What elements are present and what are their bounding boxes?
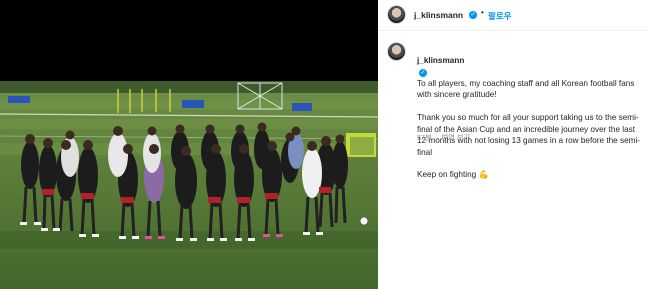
training-team-photo: [0, 81, 378, 289]
caption-paragraph-closing: Keep on fighting 💪: [417, 170, 489, 180]
post-sidebar: j_klinsmann ✓ • 팔로우 j_klinsmann ✓ To all…: [378, 0, 647, 289]
post-time[interactable]: 57분: [417, 133, 432, 142]
caption-meta: 57분 번역 보기: [417, 133, 478, 143]
post-header: j_klinsmann ✓ • 팔로우: [378, 0, 647, 31]
separator-dot: •: [481, 8, 484, 17]
translate-link[interactable]: 번역 보기: [442, 133, 470, 142]
post-media: [0, 0, 378, 289]
post-photo[interactable]: [0, 81, 378, 289]
verified-badge-icon: ✓: [419, 68, 427, 77]
post-caption: j_klinsmann ✓ To all players, my coachin…: [417, 43, 645, 181]
caption-avatar[interactable]: [387, 42, 406, 61]
caption-intro: To all players, my coaching staff and al…: [417, 78, 635, 100]
follow-button[interactable]: 팔로우: [488, 10, 511, 22]
header-username[interactable]: j_klinsmann: [414, 10, 463, 20]
caption-username[interactable]: j_klinsmann: [417, 56, 464, 65]
verified-badge-icon: ✓: [469, 10, 477, 19]
profile-avatar[interactable]: [387, 5, 406, 24]
